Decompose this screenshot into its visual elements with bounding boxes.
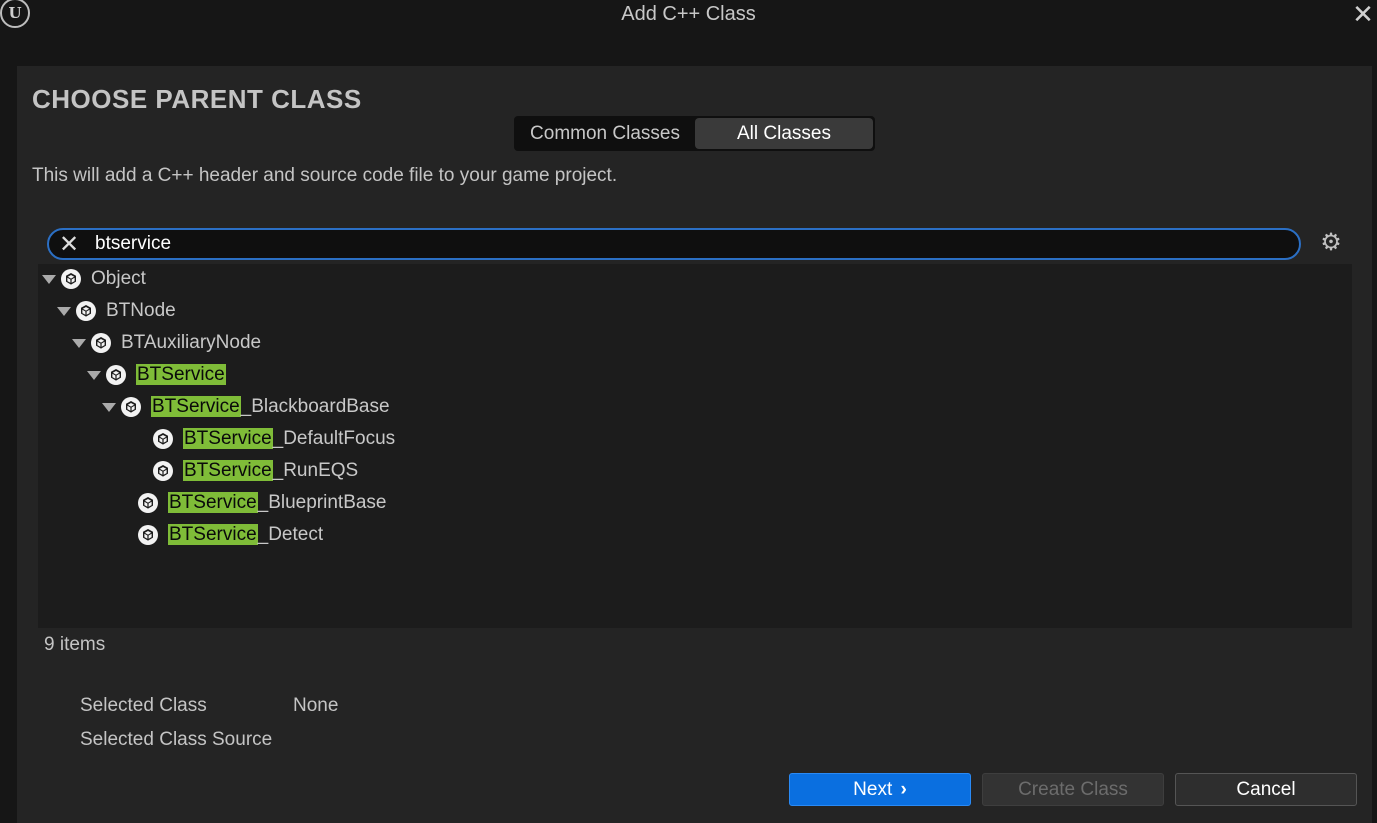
tree-row-label: BTAuxiliaryNode [121, 328, 261, 358]
tree-row[interactable]: BTService_BlueprintBase [119, 488, 387, 518]
selected-class-label: Selected Class [80, 695, 207, 716]
tree-row-label: BTService_BlackboardBase [151, 392, 390, 422]
selected-class-source-label: Selected Class Source [80, 729, 273, 750]
tree-row-label: BTService_BlueprintBase [168, 488, 387, 518]
tree-row[interactable]: Object [42, 264, 146, 294]
search-match-highlight: BTService [168, 492, 258, 513]
tree-row-label: BTService [136, 360, 226, 390]
class-name: _DefaultFocus [272, 428, 396, 449]
tree-row-label: BTService_RunEQS [183, 456, 358, 486]
clear-search-icon[interactable]: ✕ [57, 232, 81, 258]
expand-arrow-icon[interactable] [87, 370, 101, 380]
tree-row-label: BTService_DefaultFocus [183, 424, 395, 454]
tree-row[interactable]: BTService_DefaultFocus [134, 424, 395, 454]
class-icon [90, 332, 112, 354]
class-icon [137, 492, 159, 514]
class-icon [105, 364, 127, 386]
class-icon [75, 300, 97, 322]
class-name: BTNode [106, 300, 176, 321]
class-name: _Detect [257, 524, 324, 545]
class-tree: Object BTNode BTAuxiliaryNode BTService BTSe… [38, 264, 1352, 628]
tree-row[interactable]: BTService_Detect [119, 520, 323, 550]
search-match-highlight: BTService [151, 396, 241, 417]
tree-row-label: Object [91, 264, 146, 294]
class-icon [152, 460, 174, 482]
class-icon [120, 396, 142, 418]
gear-icon[interactable]: ⚙ [1319, 231, 1343, 255]
class-filter-tabs: Common Classes All Classes [514, 116, 875, 151]
class-icon [60, 268, 82, 290]
search-input[interactable] [95, 232, 1245, 256]
create-class-button[interactable]: Create Class [982, 773, 1164, 806]
tree-row-label: BTService_Detect [168, 520, 323, 550]
search-match-highlight: BTService [183, 428, 273, 449]
next-button-label: Next [853, 779, 893, 800]
tree-row[interactable]: BTNode [57, 296, 176, 326]
class-icon [152, 428, 174, 450]
tree-row-label: BTNode [106, 296, 176, 326]
search-match-highlight: BTService [168, 524, 258, 545]
window-title: Add C++ Class [621, 3, 756, 25]
search-match-highlight: BTService [136, 364, 226, 385]
tab-all-classes[interactable]: All Classes [695, 118, 873, 149]
description-text: This will add a C++ header and source co… [32, 165, 618, 186]
tab-common-classes[interactable]: Common Classes [516, 118, 694, 149]
tree-row[interactable]: BTService_RunEQS [134, 456, 358, 486]
page-title: CHOOSE PARENT CLASS [32, 84, 362, 114]
search-match-highlight: BTService [183, 460, 273, 481]
class-name: BTAuxiliaryNode [121, 332, 262, 353]
expand-arrow-icon[interactable] [102, 402, 116, 412]
tree-row[interactable]: BTService [87, 360, 226, 390]
class-name: _RunEQS [272, 460, 359, 481]
selected-class-value: None [293, 695, 339, 716]
search-box: ✕ [47, 228, 1301, 260]
chevron-right-icon: › [900, 779, 907, 800]
tree-row[interactable]: BTService_BlackboardBase [102, 392, 390, 422]
class-icon [137, 524, 159, 546]
cancel-button[interactable]: Cancel [1175, 773, 1357, 806]
tree-row[interactable]: BTAuxiliaryNode [72, 328, 261, 358]
class-name: Object [91, 268, 146, 289]
class-name: _BlueprintBase [257, 492, 387, 513]
class-name: _BlackboardBase [240, 396, 390, 417]
title-bar: U Add C++ Class ✕ [0, 0, 1377, 66]
expand-arrow-icon[interactable] [72, 338, 86, 348]
expand-arrow-icon[interactable] [42, 274, 56, 284]
next-button[interactable]: Next › [789, 773, 971, 806]
expand-arrow-icon[interactable] [57, 306, 71, 316]
item-count: 9 items [44, 634, 106, 655]
close-icon[interactable]: ✕ [1351, 0, 1375, 28]
